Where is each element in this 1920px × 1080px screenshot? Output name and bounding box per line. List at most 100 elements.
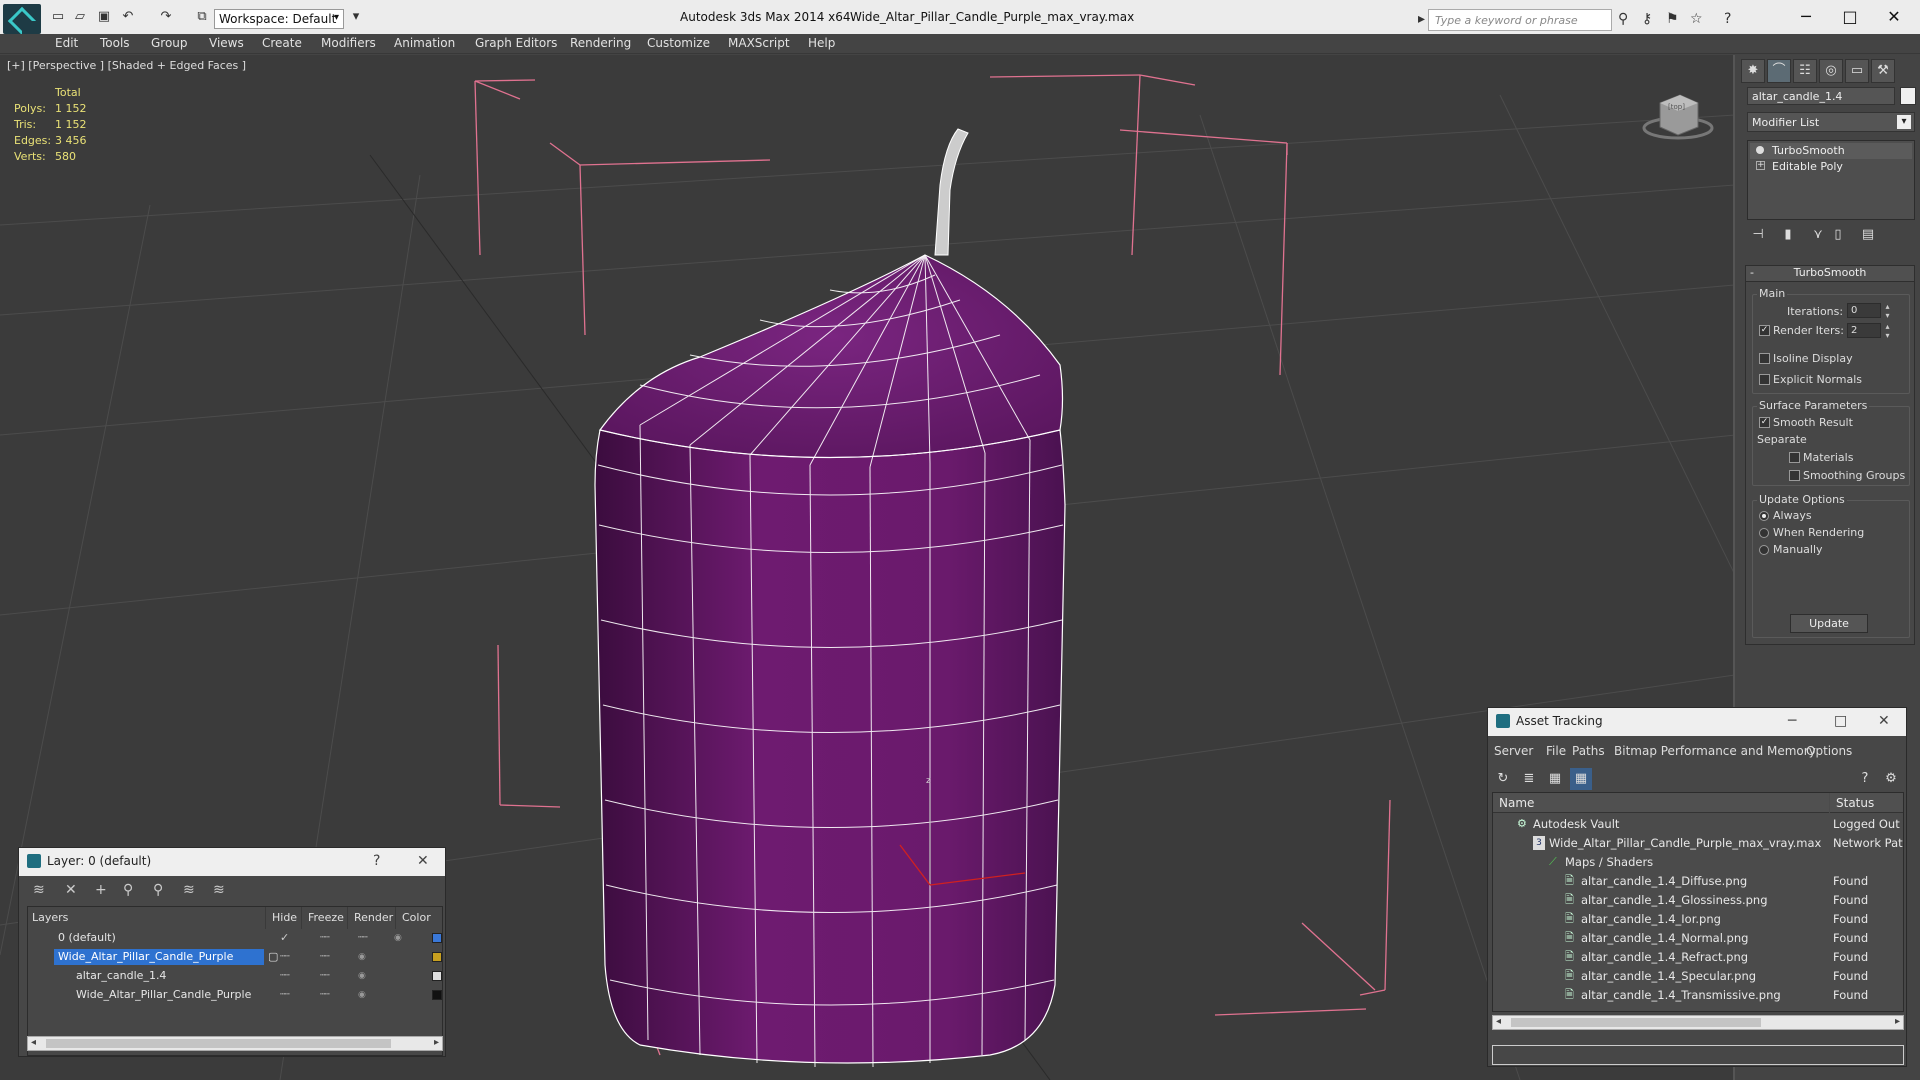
manually-radio[interactable] [1759,545,1769,555]
smoothing-groups-checkbox[interactable] [1789,470,1800,481]
menu-animation[interactable]: Animation [394,36,455,50]
delete-layer-icon[interactable]: ✕ [65,882,77,898]
undo-icon[interactable]: ↶ [120,10,136,24]
scroll-right-icon[interactable]: ▸ [1895,1016,1900,1027]
layer-color-swatch[interactable] [432,971,442,981]
show-end-result-icon[interactable]: ▮ [1777,224,1799,246]
redo-icon[interactable]: ↷ [158,10,174,24]
render-toggle-icon[interactable]: ◉ [394,933,402,943]
scroll-thumb[interactable] [1511,1018,1761,1027]
save-file-icon[interactable]: ▣ [96,10,112,24]
menu-customize[interactable]: Customize [647,36,710,50]
create-layer-icon[interactable]: ≋ [33,882,45,898]
select-in-layer-icon[interactable]: ⚲ [123,882,133,898]
communication-center-icon[interactable]: ⚑ [1666,11,1679,27]
column-header-status[interactable]: Status [1830,793,1903,813]
grid-view-icon[interactable]: ▦ [1570,768,1592,790]
minimize-button[interactable]: ─ [1788,713,1796,729]
hide-all-layers-icon[interactable]: ≋ [183,882,195,898]
viewcube[interactable]: [top] [1640,85,1716,145]
layer-row[interactable]: Wide_Altar_Pillar_Candle_Purple ▢ ┅┅ ┅┅ … [28,948,442,967]
column-header[interactable]: Hide [272,907,302,929]
asset-row[interactable]: 🗎 altar_candle_1.4_Refract.png Found [1493,948,1903,967]
collapse-icon[interactable]: - [1750,266,1754,279]
update-button[interactable]: Update [1790,614,1868,633]
scroll-left-icon[interactable]: ◂ [31,1037,36,1048]
menu-edit[interactable]: Edit [55,36,78,50]
scroll-thumb[interactable] [46,1039,391,1048]
column-header[interactable]: Color [402,907,442,929]
layer-color-swatch[interactable] [432,990,442,1000]
asset-row[interactable]: 🗎 altar_candle_1.4_Specular.png Found [1493,967,1903,986]
dialog-title-bar[interactable]: Asset Tracking ─ □ ✕ [1488,708,1906,736]
menu-paths[interactable]: Paths [1572,744,1605,758]
app-logo-button[interactable] [3,4,41,34]
layer-color-swatch[interactable] [432,952,442,962]
column-header[interactable]: Render [354,907,396,929]
menu-server[interactable]: Server [1494,744,1533,758]
horizontal-scrollbar[interactable]: ◂ ▸ [1492,1015,1904,1030]
always-radio[interactable] [1759,511,1769,521]
iterations-spinner[interactable]: 0 [1847,302,1892,320]
pin-stack-icon[interactable]: ⊣ [1747,224,1769,246]
menu-bitmap-performance[interactable]: Bitmap Performance and Memory [1614,744,1816,758]
column-header-name[interactable]: Name [1493,793,1829,813]
modify-tab-icon[interactable]: ⌒ [1767,59,1791,83]
close-button[interactable]: ✕ [1878,713,1890,729]
asset-row[interactable]: ⚙ Autodesk Vault Logged Out ... [1493,815,1903,834]
configure-sets-icon[interactable]: ▤ [1857,224,1879,246]
binoculars-icon[interactable]: ⚲ [1618,11,1628,27]
customize-toolbar-icon[interactable]: ▾ [348,10,364,24]
render-toggle-icon[interactable]: ◉ [358,952,366,962]
menu-options[interactable]: Options [1806,744,1852,758]
close-button[interactable]: ✕ [417,853,429,869]
render-toggle-icon[interactable]: ◉ [358,971,366,981]
menu-modifiers[interactable]: Modifiers [321,36,376,50]
freeze-toggle[interactable]: ┅┅ [320,990,330,1000]
workspace-dropdown[interactable]: Workspace: Default [214,9,344,29]
settings-icon[interactable]: ⚙ [1880,768,1902,790]
freeze-toggle[interactable]: ┅┅ [320,971,330,981]
open-file-icon[interactable]: ▱ [72,10,88,24]
hide-toggle[interactable]: ┅┅ [280,952,290,962]
hide-toggle[interactable]: ┅┅ [280,971,290,981]
table-view-icon[interactable]: ▦ [1544,768,1566,790]
explicit-normals-checkbox[interactable] [1759,374,1770,385]
freeze-toggle[interactable]: ┅┅ [320,952,330,962]
create-tab-icon[interactable]: ✸ [1741,59,1765,83]
column-header[interactable]: Freeze [308,907,348,929]
make-unique-icon[interactable]: ⋎ [1807,224,1829,246]
menu-help[interactable]: Help [808,36,835,50]
remove-modifier-icon[interactable]: ▯ [1827,224,1849,246]
asset-row[interactable]: 🗎 altar_candle_1.4_Glossiness.png Found [1493,891,1903,910]
maximize-button[interactable]: □ [1834,713,1847,729]
menu-rendering[interactable]: Rendering [570,36,631,50]
smooth-result-checkbox[interactable]: ✓ [1759,417,1770,428]
column-header[interactable]: Layers [32,907,266,929]
close-button[interactable]: ✕ [1872,6,1916,28]
project-folder-icon[interactable]: ⧉ [194,10,210,24]
object-color-swatch[interactable] [1900,87,1916,105]
horizontal-scrollbar[interactable]: ◂ ▸ [27,1036,443,1051]
when-rendering-radio[interactable] [1759,528,1769,538]
isoline-checkbox[interactable] [1759,353,1770,364]
scroll-left-icon[interactable]: ◂ [1496,1016,1501,1027]
stack-item-turbosmooth[interactable]: TurboSmooth [1750,143,1912,159]
current-layer-icon[interactable]: ▢ [268,950,278,963]
maximize-button[interactable]: □ [1828,6,1872,28]
rollout-header[interactable]: - TurboSmooth [1746,266,1914,282]
menu-maxscript[interactable]: MAXScript [728,36,790,50]
utilities-tab-icon[interactable]: ⚒ [1871,59,1895,83]
highlight-layer-icon[interactable]: ⚲ [153,882,163,898]
asset-row[interactable]: 3 Wide_Altar_Pillar_Candle_Purple_max_vr… [1493,834,1903,853]
hide-toggle[interactable]: ┅┅ [320,933,330,943]
hide-toggle[interactable]: ┅┅ [280,990,290,1000]
stack-item-editable-poly[interactable]: + Editable Poly [1750,159,1912,175]
dialog-title-bar[interactable]: Layer: 0 (default) ? ✕ [19,848,445,876]
menu-views[interactable]: Views [209,36,244,50]
menu-tools[interactable]: Tools [100,36,130,50]
search-input[interactable]: Type a keyword or phrase [1428,9,1612,31]
menu-graph-editors[interactable]: Graph Editors [475,36,557,50]
list-view-icon[interactable]: ≣ [1518,768,1540,790]
layer-row[interactable]: altar_candle_1.4 ┅┅ ┅┅ ◉ [28,967,442,986]
